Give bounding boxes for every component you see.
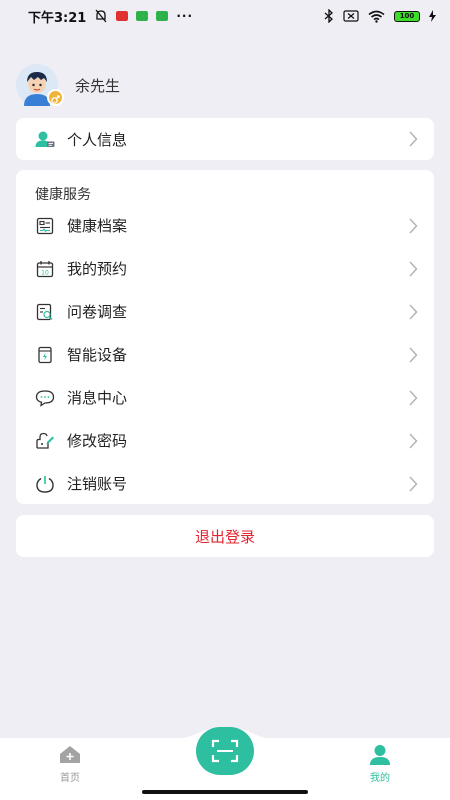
menu-item-label: 消息中心 <box>67 389 128 407</box>
health-services-card: 健康服务 健康档案 10 我的预约 问卷调查 智能设备 消息中心 修改密码 注销… <box>16 170 434 504</box>
notification-app-icon <box>116 11 129 21</box>
status-time: 下午3:21 <box>28 10 87 26</box>
logout-button[interactable]: 退出登录 <box>16 515 434 557</box>
male-gender-icon <box>47 89 64 106</box>
battery-level: 100 <box>399 12 415 20</box>
wifi-icon <box>368 10 385 23</box>
smart-device-icon <box>35 345 55 365</box>
home-icon <box>60 746 80 763</box>
svg-text:10: 10 <box>41 269 49 276</box>
chevron-right-icon <box>409 432 418 449</box>
health-record-icon <box>35 216 55 236</box>
user-name: 余先生 <box>75 76 121 95</box>
menu-item-label: 注销账号 <box>67 475 128 493</box>
scan-icon <box>211 739 239 763</box>
chevron-right-icon <box>409 303 418 320</box>
menu-item-smart-device[interactable]: 智能设备 <box>16 333 434 376</box>
menu-item-change-password[interactable]: 修改密码 <box>16 419 434 462</box>
chevron-right-icon <box>409 131 418 147</box>
avatar[interactable] <box>16 64 64 106</box>
power-icon <box>35 474 55 494</box>
scan-button[interactable] <box>196 727 254 775</box>
mute-bell-icon <box>95 9 107 23</box>
user-icon <box>370 745 390 765</box>
menu-item-delete-account[interactable]: 注销账号 <box>16 462 434 505</box>
menu-item-health-record[interactable]: 健康档案 <box>16 204 434 247</box>
chevron-right-icon <box>409 260 418 277</box>
home-indicator[interactable] <box>142 790 308 794</box>
notification-app-icon <box>156 11 169 21</box>
tab-home-label: 首页 <box>60 773 80 784</box>
personal-info-row[interactable]: 个人信息 <box>16 118 434 160</box>
chevron-right-icon <box>409 217 418 234</box>
more-notifications-icon: ··· <box>176 9 194 23</box>
section-title: 健康服务 <box>35 187 91 203</box>
tab-mine-label: 我的 <box>370 773 390 784</box>
menu-item-label: 我的预约 <box>67 260 128 278</box>
tab-home[interactable]: 首页 <box>40 744 100 784</box>
menu-item-label: 智能设备 <box>67 346 128 364</box>
personal-info-card: 个人信息 <box>16 118 434 160</box>
battery-icon: 100 <box>394 10 420 22</box>
chevron-right-icon <box>409 475 418 492</box>
menu-item-appointments[interactable]: 10 我的预约 <box>16 247 434 290</box>
logout-card: 退出登录 <box>16 515 434 557</box>
chevron-right-icon <box>409 346 418 363</box>
bluetooth-icon <box>324 9 333 23</box>
user-info-icon <box>35 129 55 149</box>
menu-item-label: 修改密码 <box>67 432 128 450</box>
tab-mine[interactable]: 我的 <box>350 744 410 784</box>
chevron-right-icon <box>409 389 418 406</box>
menu-item-survey[interactable]: 问卷调查 <box>16 290 434 333</box>
survey-icon <box>35 302 55 322</box>
notification-app-icon <box>136 11 149 21</box>
message-icon <box>35 388 55 408</box>
menu-item-label: 健康档案 <box>67 217 128 235</box>
no-sim-icon <box>343 10 359 22</box>
status-bar: 下午3:21 ··· 100 <box>0 0 450 32</box>
profile-header[interactable]: 余先生 <box>16 64 120 106</box>
password-icon <box>35 431 55 451</box>
calendar-icon: 10 <box>35 259 55 279</box>
personal-info-label: 个人信息 <box>67 130 128 149</box>
menu-item-message-center[interactable]: 消息中心 <box>16 376 434 419</box>
menu-item-label: 问卷调查 <box>67 303 128 321</box>
charging-icon <box>429 10 436 22</box>
